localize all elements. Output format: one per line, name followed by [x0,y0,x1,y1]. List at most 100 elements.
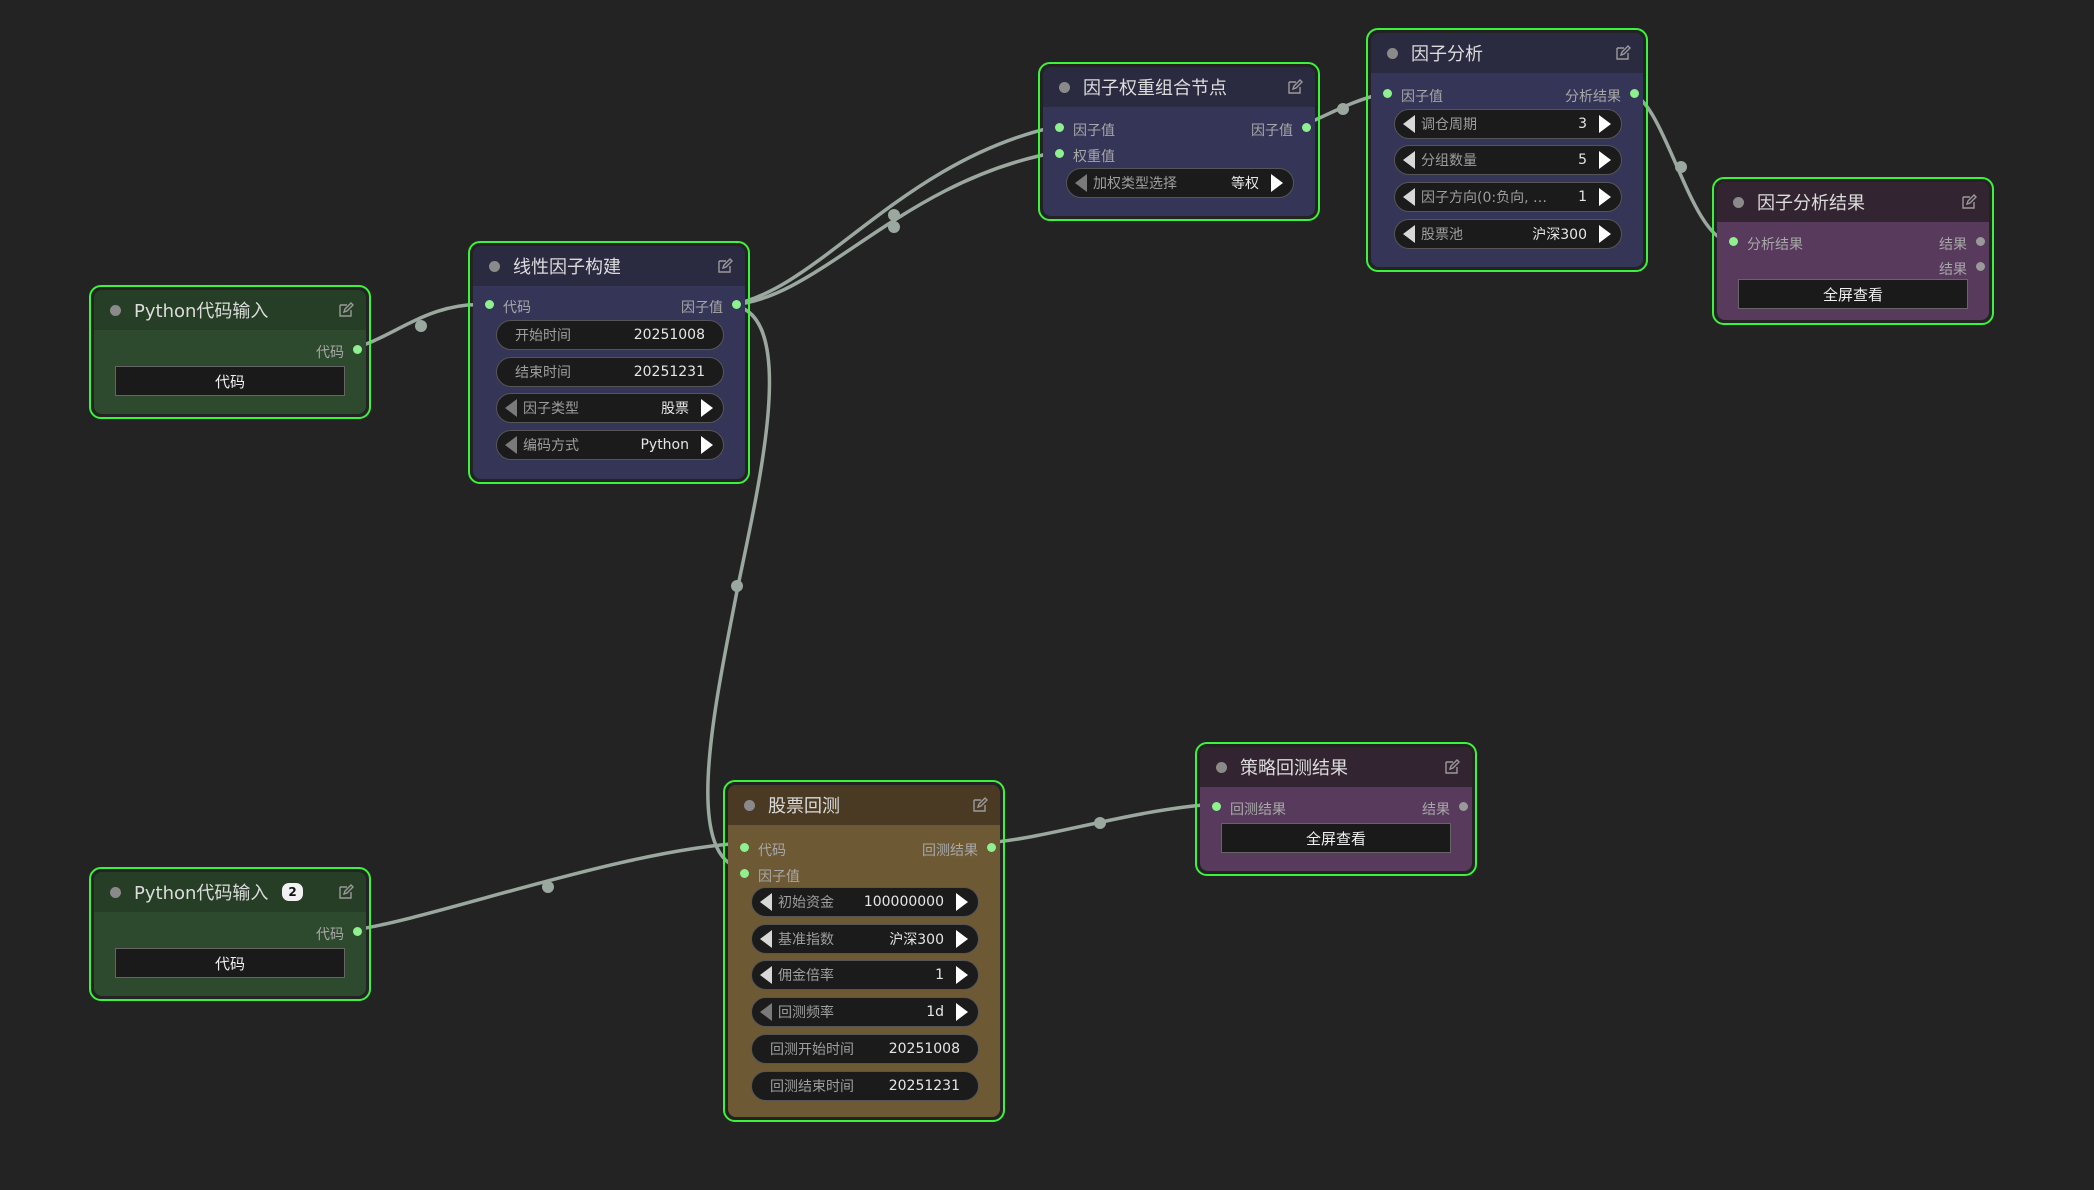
node-title-bar[interactable]: 策略回测结果 [1200,747,1472,787]
node-title-bar[interactable]: 股票回测 [728,785,1000,825]
edit-icon[interactable] [338,302,354,318]
node-linear-factor[interactable]: 线性因子构建 代码 因子值 开始时间 20251008 结束时间 2025123… [468,241,750,484]
node-title-bar[interactable]: 线性因子构建 [473,246,745,286]
node-title-bar[interactable]: 因子权重组合节点 [1043,67,1315,107]
increment-arrow-icon[interactable] [1599,151,1611,169]
collapse-dot-icon[interactable] [1216,761,1227,773]
decrement-arrow-icon[interactable] [760,930,772,948]
output-port-factor[interactable]: 因子值 [1251,120,1311,140]
factor-type-combo[interactable]: 因子类型 股票 [496,393,724,423]
port-dot[interactable] [1055,149,1064,158]
output-port-code[interactable]: 代码 [316,342,362,362]
port-dot[interactable] [740,843,749,852]
decrement-arrow-icon[interactable] [760,1003,772,1021]
output-port-result-2[interactable]: 结果 [1939,259,1985,279]
decrement-arrow-icon[interactable] [760,966,772,984]
node-factor-result[interactable]: 因子分析结果 分析结果 结果 结果 全屏查看 [1712,177,1994,325]
node-backtest-result[interactable]: 策略回测结果 回测结果 结果 全屏查看 [1195,742,1477,876]
output-port-result[interactable]: 结果 [1422,799,1468,819]
port-dot[interactable] [1459,802,1468,811]
factor-direction-stepper[interactable]: 因子方向(0:负向, … 1 [1394,182,1622,212]
node-backtest[interactable]: 股票回测 代码 因子值 回测结果 初始资金 100000000 基准指数 沪深3… [723,780,1005,1122]
input-port-analysis[interactable]: 分析结果 [1729,234,1803,254]
port-dot[interactable] [1976,237,1985,246]
decrement-arrow-icon[interactable] [760,893,772,911]
weight-type-combo[interactable]: 加权类型选择 等权 [1066,168,1294,198]
collapse-dot-icon[interactable] [1059,81,1070,93]
rebalance-period-stepper[interactable]: 调仓周期 3 [1394,109,1622,139]
input-port-code[interactable]: 代码 [485,297,531,317]
increment-arrow-icon[interactable] [1599,225,1611,243]
start-time-field[interactable]: 开始时间 20251008 [496,320,724,350]
edit-icon[interactable] [1961,194,1977,210]
collapse-dot-icon[interactable] [1733,196,1744,208]
port-dot[interactable] [485,300,494,309]
decrement-arrow-icon[interactable] [505,436,517,454]
backtest-frequency-combo[interactable]: 回测频率 1d [751,997,979,1027]
group-count-stepper[interactable]: 分组数量 5 [1394,145,1622,175]
input-port-factor[interactable]: 因子值 [1055,120,1115,140]
backtest-start-field[interactable]: 回测开始时间 20251008 [751,1034,979,1064]
port-dot[interactable] [353,345,362,354]
collapse-dot-icon[interactable] [110,886,121,898]
fullscreen-view-button[interactable]: 全屏查看 [1221,823,1451,853]
initial-capital-stepper[interactable]: 初始资金 100000000 [751,887,979,917]
decrement-arrow-icon[interactable] [1075,174,1087,192]
increment-arrow-icon[interactable] [1599,188,1611,206]
node-title-bar[interactable]: Python代码输入 [94,290,366,330]
fullscreen-view-button[interactable]: 全屏查看 [1738,279,1968,309]
commission-rate-stepper[interactable]: 佣金倍率 1 [751,960,979,990]
node-title-bar[interactable]: 因子分析 [1371,33,1643,73]
input-port-factor[interactable]: 因子值 [1383,86,1443,106]
input-port-weight[interactable]: 权重值 [1055,146,1115,166]
benchmark-index-combo[interactable]: 基准指数 沪深300 [751,924,979,954]
node-factor-analysis[interactable]: 因子分析 因子值 分析结果 调仓周期 3 分组数量 5 因子方向(0:负向, …… [1366,28,1648,272]
input-port-factor[interactable]: 因子值 [740,866,800,886]
edit-icon[interactable] [1287,79,1303,95]
output-port-result[interactable]: 结果 [1939,234,1985,254]
port-dot[interactable] [1302,123,1311,132]
node-title-bar[interactable]: 因子分析结果 [1717,182,1989,222]
collapse-dot-icon[interactable] [1387,47,1398,59]
end-time-field[interactable]: 结束时间 20251231 [496,357,724,387]
increment-arrow-icon[interactable] [956,966,968,984]
node-title-bar[interactable]: Python代码输入 2 [94,872,366,912]
backtest-end-field[interactable]: 回测结束时间 20251231 [751,1071,979,1101]
edit-icon[interactable] [1615,45,1631,61]
edit-icon[interactable] [338,884,354,900]
increment-arrow-icon[interactable] [701,399,713,417]
decrement-arrow-icon[interactable] [1403,115,1415,133]
output-port-analysis[interactable]: 分析结果 [1565,86,1639,106]
node-python-input-2[interactable]: Python代码输入 2 代码 代码 [89,867,371,1001]
increment-arrow-icon[interactable] [956,893,968,911]
port-dot[interactable] [1976,262,1985,271]
output-port-backtest[interactable]: 回测结果 [922,840,996,860]
collapse-dot-icon[interactable] [110,304,121,316]
decrement-arrow-icon[interactable] [1403,225,1415,243]
increment-arrow-icon[interactable] [956,930,968,948]
node-graph-canvas[interactable]: Python代码输入 代码 代码 线性因子构建 代码 因子值 开始时间 2025… [0,0,2094,1190]
decrement-arrow-icon[interactable] [505,399,517,417]
port-dot[interactable] [732,300,741,309]
code-button[interactable]: 代码 [115,366,345,396]
port-dot[interactable] [1729,237,1738,246]
edit-icon[interactable] [1444,759,1460,775]
output-port-code[interactable]: 代码 [316,924,362,944]
edit-icon[interactable] [717,258,733,274]
collapse-dot-icon[interactable] [489,260,500,272]
increment-arrow-icon[interactable] [1271,174,1283,192]
input-port-backtest[interactable]: 回测结果 [1212,799,1286,819]
port-dot[interactable] [740,869,749,878]
port-dot[interactable] [1055,123,1064,132]
port-dot[interactable] [353,927,362,936]
port-dot[interactable] [1630,89,1639,98]
output-port-factor[interactable]: 因子值 [681,297,741,317]
increment-arrow-icon[interactable] [956,1003,968,1021]
decrement-arrow-icon[interactable] [1403,151,1415,169]
encoding-combo[interactable]: 编码方式 Python [496,430,724,460]
increment-arrow-icon[interactable] [701,436,713,454]
input-port-code[interactable]: 代码 [740,840,786,860]
port-dot[interactable] [1212,802,1221,811]
code-button[interactable]: 代码 [115,948,345,978]
stock-pool-combo[interactable]: 股票池 沪深300 [1394,219,1622,249]
